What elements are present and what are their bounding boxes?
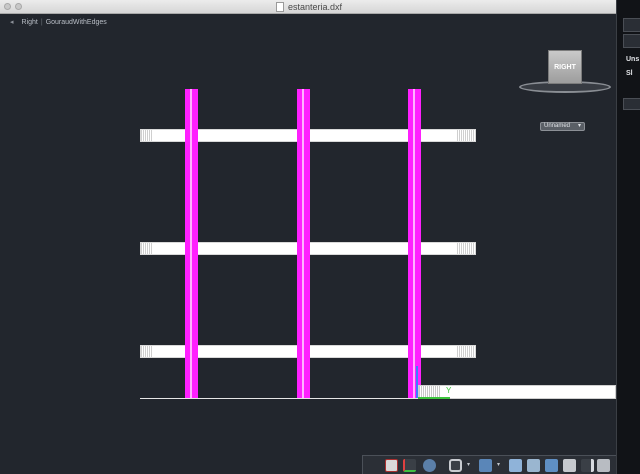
- visual-style-button[interactable]: GouraudWithEdges: [46, 19, 107, 26]
- panel-tool-icon[interactable]: [623, 34, 640, 48]
- ucs-y-label: Y: [446, 386, 452, 395]
- named-view-dropdown[interactable]: Unnamed ▾: [540, 122, 586, 131]
- chevron-down-icon[interactable]: ▾: [497, 461, 500, 468]
- panel-label: Sl: [626, 70, 633, 77]
- view-name-button[interactable]: Right: [22, 19, 38, 26]
- viewcube-right-face[interactable]: RIGHT: [548, 50, 582, 84]
- camera-icon[interactable]: [597, 459, 610, 472]
- named-view-label: Unnamed: [544, 123, 571, 129]
- status-toolbar: ▾ ▾: [362, 455, 616, 474]
- panel-tool-icon[interactable]: [623, 98, 640, 110]
- panel-label: Uns: [626, 56, 640, 63]
- dxf-file-icon: [276, 2, 284, 12]
- drawing-viewport[interactable]: ◂ Right | GouraudWithEdges Y RIGHT Unnamed …: [0, 14, 616, 474]
- ucs-y-axis-icon: [418, 397, 450, 399]
- window-title: estanteria.dxf: [288, 2, 343, 12]
- render-icon[interactable]: [509, 459, 522, 472]
- close-window-button[interactable]: [4, 3, 11, 10]
- viewport-controls: ◂ Right | GouraudWithEdges: [10, 19, 107, 26]
- minimize-window-button[interactable]: [15, 3, 22, 10]
- post-right[interactable]: [408, 89, 421, 399]
- post-left[interactable]: [185, 89, 198, 399]
- light-icon[interactable]: [545, 459, 558, 472]
- viewport-menu-arrow-icon[interactable]: ◂: [10, 19, 14, 26]
- insert-icon[interactable]: [385, 459, 398, 472]
- ucs-z-axis-icon: [416, 366, 418, 398]
- properties-panel: Uns Sl: [616, 0, 640, 474]
- sun-icon[interactable]: [563, 459, 576, 472]
- app-window: estanteria.dxf ◂ Right | GouraudWithEdges Y…: [0, 0, 640, 474]
- title-bar: estanteria.dxf: [0, 0, 640, 14]
- ground-line: [140, 398, 420, 399]
- visual-style-icon[interactable]: [449, 459, 462, 472]
- chevron-down-icon[interactable]: ▾: [467, 461, 470, 468]
- orbit-icon[interactable]: [423, 459, 436, 472]
- pencil-icon[interactable]: [581, 459, 594, 472]
- layer-icon[interactable]: [479, 459, 492, 472]
- ucs-icon[interactable]: [403, 459, 416, 472]
- material-icon[interactable]: [527, 459, 540, 472]
- panel-tool-icon[interactable]: [623, 18, 640, 32]
- post-center[interactable]: [297, 89, 310, 399]
- chevron-down-icon: ▾: [578, 123, 582, 129]
